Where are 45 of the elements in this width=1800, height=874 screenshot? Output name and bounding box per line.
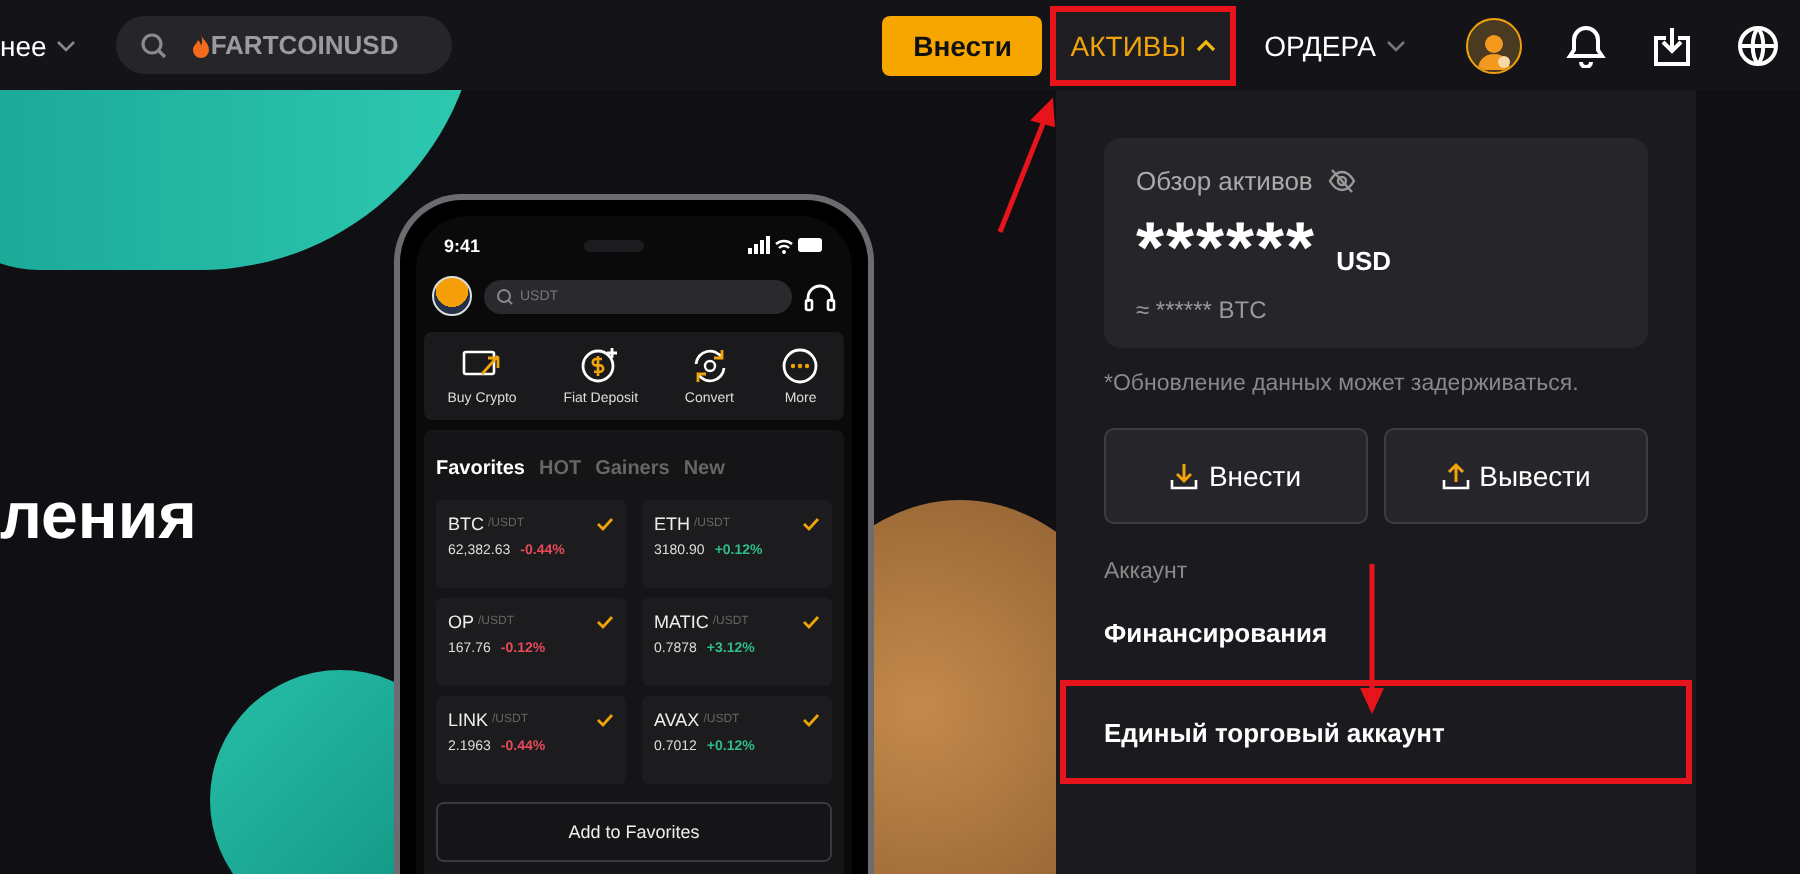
balance-currency: USD — [1336, 246, 1392, 280]
status-time: 9:41 — [444, 236, 481, 256]
chevron-up-icon — [1196, 37, 1217, 53]
headset-icon — [804, 281, 836, 311]
nav-menu[interactable]: АКТИВЫ — [1050, 5, 1237, 85]
nav-menu[interactable]: ОРДЕРА — [1244, 5, 1426, 85]
chevron-down-icon — [56, 39, 77, 51]
card-title: Обзор активов — [1136, 166, 1313, 196]
btc-equivalent: ≈ ****** BTC — [1136, 296, 1269, 324]
search-icon — [140, 31, 169, 59]
hero-heading: ления — [0, 476, 199, 556]
account-menu-item[interactable]: Единый торговый аккаунт — [1060, 680, 1692, 784]
status-icons — [747, 236, 824, 256]
market-tab[interactable]: Favorites — [436, 458, 525, 480]
pair-symbol: OP — [448, 612, 475, 632]
pair-symbol: BTC — [448, 514, 484, 534]
pair-symbol: LINK — [448, 710, 489, 730]
pair-symbol: AVAX — [654, 710, 700, 730]
deposit-button[interactable]: Внести — [1104, 428, 1368, 524]
add-favorites-button[interactable]: Add to Favorites — [436, 802, 832, 862]
delay-notice: *Обновление данных может задерживаться. — [1104, 372, 1581, 396]
avatar[interactable] — [1466, 17, 1522, 73]
annotation-arrow — [997, 97, 1056, 233]
withdraw-icon — [1441, 462, 1470, 490]
bell-icon[interactable] — [1564, 23, 1608, 67]
chevron-down-icon — [1386, 37, 1406, 53]
search-field[interactable]: FARTCOINUSD — [116, 16, 453, 74]
dollar-plus-icon — [580, 346, 621, 386]
pair-symbol: ETH — [654, 514, 690, 534]
account-menu-item[interactable]: Финансирования — [1060, 584, 1692, 680]
globe-icon[interactable] — [1736, 23, 1780, 67]
section-label: Аккаунт — [1104, 560, 1190, 584]
nav-link[interactable]: нее — [0, 29, 47, 61]
balance-value: ****** — [1136, 216, 1317, 280]
deposit-icon — [1170, 462, 1199, 490]
search-icon — [496, 287, 514, 305]
convert-icon — [689, 346, 730, 386]
avatar[interactable] — [432, 276, 472, 316]
download-icon[interactable] — [1650, 23, 1694, 67]
flame-icon — [192, 33, 211, 57]
eye-slash-icon — [1328, 168, 1357, 194]
more-icon — [780, 346, 821, 386]
pair-symbol: MATIC — [654, 612, 709, 632]
withdraw-button[interactable]: Вывести — [1384, 428, 1648, 524]
deposit-button[interactable]: Внести — [882, 15, 1043, 75]
